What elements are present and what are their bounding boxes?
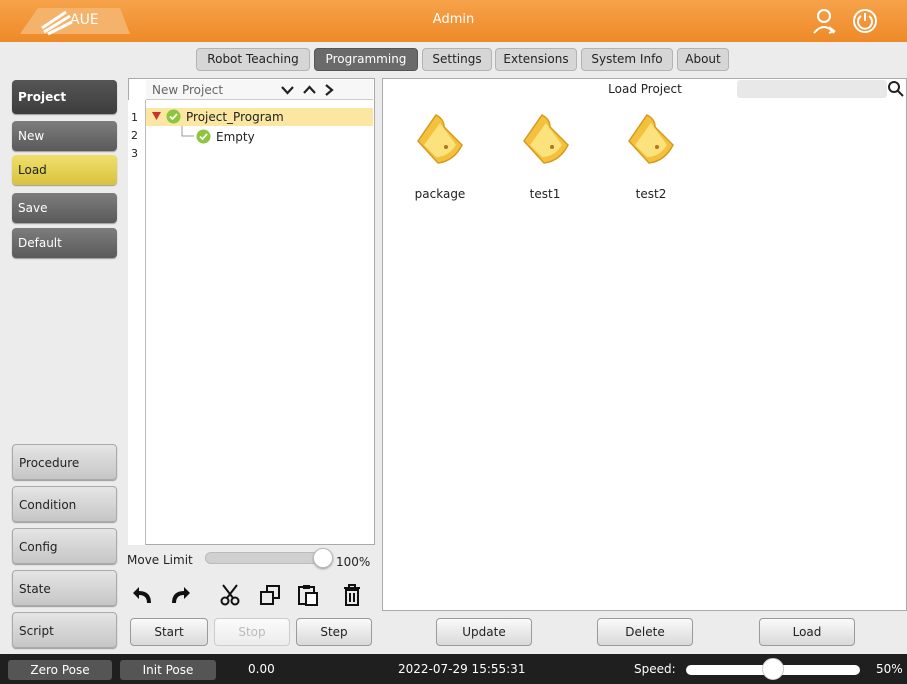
load-project-title: Load Project	[608, 82, 682, 96]
move-limit-slider[interactable]	[205, 552, 330, 564]
paste-icon[interactable]	[296, 583, 320, 607]
line-number: 1	[131, 111, 138, 124]
folder-label[interactable]: test2	[611, 187, 691, 201]
user-icon[interactable]	[812, 7, 838, 35]
program-tree-panel	[128, 78, 375, 545]
stop-button[interactable]: Stop	[214, 618, 290, 646]
search-icon[interactable]	[887, 80, 905, 98]
line-number-gutter	[128, 100, 146, 545]
sidebar-item-procedure[interactable]: Procedure	[12, 444, 117, 480]
zero-pose-button[interactable]: Zero Pose	[8, 660, 112, 680]
tab-robot-teaching[interactable]: Robot Teaching	[196, 48, 310, 71]
search-input[interactable]	[737, 80, 887, 98]
tree-connector	[181, 126, 194, 137]
folder-label[interactable]: test1	[505, 187, 585, 201]
line-number: 2	[131, 129, 138, 142]
folder-icon[interactable]	[516, 111, 576, 167]
line-number: 3	[131, 147, 138, 160]
sidebar-item-config[interactable]: Config	[12, 528, 117, 564]
chevron-right-icon[interactable]	[323, 83, 335, 97]
speed-slider-handle[interactable]	[762, 658, 784, 680]
tree-item-label[interactable]: Project_Program	[186, 110, 284, 124]
check-circle-icon	[166, 109, 181, 124]
chevron-up-icon[interactable]	[302, 83, 317, 97]
window-title: Admin	[432, 12, 475, 27]
folder-icon[interactable]	[410, 111, 470, 167]
chevron-down-icon[interactable]	[280, 83, 295, 97]
move-limit-slider-handle[interactable]	[313, 548, 333, 568]
redo-icon[interactable]	[168, 583, 192, 607]
delete-button[interactable]: Delete	[597, 618, 693, 646]
tab-settings[interactable]: Settings	[422, 48, 492, 71]
sidebar-item-new[interactable]: New	[12, 121, 117, 151]
sidebar-item-load[interactable]: Load	[12, 155, 117, 185]
cut-icon[interactable]	[219, 583, 243, 607]
speed-value: 50%	[876, 662, 903, 676]
init-pose-button[interactable]: Init Pose	[120, 660, 216, 680]
check-circle-icon	[196, 129, 211, 144]
start-button[interactable]: Start	[130, 618, 208, 646]
sidebar-item-save[interactable]: Save	[12, 193, 117, 223]
expand-triangle-icon[interactable]	[151, 111, 162, 121]
sidebar-item-state[interactable]: State	[12, 570, 117, 606]
move-limit-label: Move Limit	[127, 553, 193, 567]
update-button[interactable]: Update	[436, 618, 532, 646]
copy-icon[interactable]	[258, 583, 282, 607]
tab-about[interactable]: About	[677, 48, 729, 71]
tab-programming[interactable]: Programming	[314, 48, 418, 71]
sidebar-section-project[interactable]: Project	[12, 80, 117, 114]
speed-label: Speed:	[634, 662, 676, 676]
move-limit-value: 100%	[336, 555, 371, 569]
status-value: 0.00	[248, 662, 275, 676]
folder-label[interactable]: package	[400, 187, 480, 201]
delete-icon[interactable]	[340, 583, 364, 607]
sidebar-item-default[interactable]: Default	[12, 228, 117, 258]
tree-item-label[interactable]: Empty	[216, 130, 255, 144]
tab-system-info[interactable]: System Info	[581, 48, 673, 71]
project-name: New Project	[152, 83, 224, 97]
power-icon[interactable]	[852, 8, 878, 34]
load-button[interactable]: Load	[759, 618, 855, 646]
folder-icon[interactable]	[621, 111, 681, 167]
undo-icon[interactable]	[131, 583, 155, 607]
sidebar-item-condition[interactable]: Condition	[12, 486, 117, 522]
step-button[interactable]: Step	[296, 618, 372, 646]
sidebar-item-script[interactable]: Script	[12, 612, 117, 648]
tab-extensions[interactable]: Extensions	[495, 48, 577, 71]
datetime: 2022-07-29 15:55:31	[398, 662, 526, 676]
